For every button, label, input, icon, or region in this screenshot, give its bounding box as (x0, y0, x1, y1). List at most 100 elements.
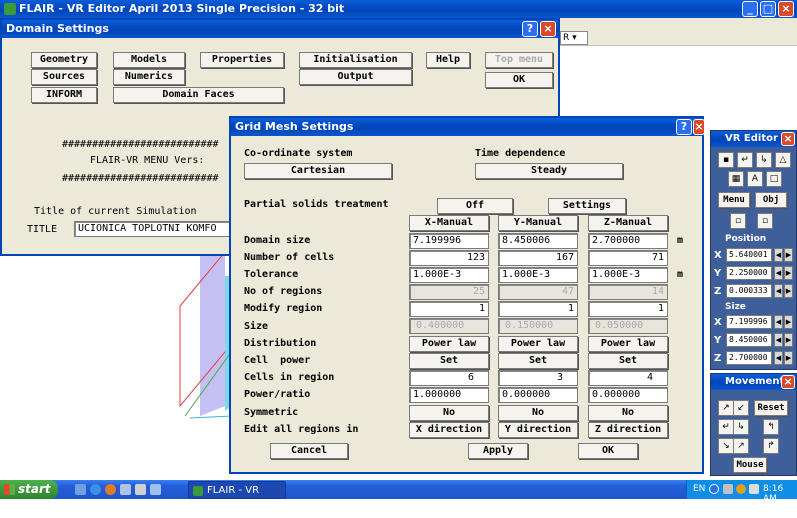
cells-in-region-y[interactable]: 3 (498, 370, 578, 386)
cancel-button[interactable]: Cancel (270, 443, 348, 459)
power-ratio-y[interactable]: 0.000000 (498, 387, 578, 403)
domain-size-y[interactable]: 8.450006 (498, 233, 578, 249)
geometry-button[interactable]: Geometry (31, 52, 97, 68)
main-close-button[interactable]: × (778, 1, 794, 17)
domain-size-z[interactable]: 2.700000 (588, 233, 668, 249)
position-x-left-icon[interactable]: ◀ (774, 248, 783, 262)
models-button[interactable]: Models (113, 52, 185, 68)
move-downleft-icon[interactable]: ↙ (733, 400, 749, 416)
apply-button[interactable]: Apply (468, 443, 528, 459)
quicklaunch-icon-1[interactable] (75, 484, 86, 495)
properties-button[interactable]: Properties (200, 52, 284, 68)
tray-security-icon[interactable] (736, 484, 746, 494)
z-manual-header[interactable]: Z-Manual (588, 215, 668, 231)
initialisation-button[interactable]: Initialisation (299, 52, 412, 68)
quicklaunch-ie-icon[interactable] (90, 484, 101, 495)
cell-power-x-button[interactable]: Set (409, 353, 489, 369)
tray-volume-icon[interactable] (749, 484, 759, 494)
title-field[interactable]: UCIONICA TOPLOTNI KOMFO (74, 221, 230, 237)
move-diag2-icon[interactable]: ↗ (733, 438, 749, 454)
grid-ok-button[interactable]: OK (578, 443, 638, 459)
cell-power-y-button[interactable]: Set (498, 353, 578, 369)
domain-settings-close-button[interactable]: × (540, 21, 556, 37)
position-z-right-icon[interactable]: ▶ (784, 284, 793, 298)
tolerance-y[interactable]: 1.000E-3 (498, 267, 578, 283)
domain-faces-button[interactable]: Domain Faces (113, 87, 284, 103)
size-x-field[interactable]: 7.199996 (726, 315, 772, 329)
position-y-field[interactable]: 2.250000 (726, 266, 772, 280)
partial-solids-button[interactable]: Off (437, 198, 513, 214)
position-y-left-icon[interactable]: ◀ (774, 266, 783, 280)
settings-button[interactable]: Settings (548, 198, 626, 214)
cells-in-region-z[interactable]: 4 (588, 370, 668, 386)
vr-tool-icon-1[interactable]: ▪ (718, 152, 734, 168)
vr-tool-square-icon[interactable]: □ (766, 171, 782, 187)
move-return2-icon[interactable]: ↳ (733, 419, 749, 435)
coordinate-system-button[interactable]: Cartesian (244, 163, 392, 179)
position-z-field[interactable]: 0.000333 (726, 284, 772, 298)
symmetric-x-button[interactable]: No (409, 405, 489, 421)
quicklaunch-icon-5[interactable] (135, 484, 146, 495)
size-y-field[interactable]: 8.450006 (726, 333, 772, 347)
vr-tool-a-icon[interactable]: A (747, 171, 763, 187)
vr-tool-grid-icon[interactable]: ▦ (728, 171, 744, 187)
distribution-x-button[interactable]: Power law (409, 336, 489, 352)
distribution-y-button[interactable]: Power law (498, 336, 578, 352)
quicklaunch-icon-6[interactable] (150, 484, 161, 495)
size-z-left-icon[interactable]: ◀ (774, 351, 783, 365)
vr-tool-icon-2[interactable]: ↵ (737, 152, 753, 168)
quicklaunch-firefox-icon[interactable] (105, 484, 116, 495)
grid-mesh-help-button[interactable]: ? (676, 119, 692, 135)
edit-x-direction-button[interactable]: X direction (409, 422, 489, 438)
vr-obj-button[interactable]: Obj (755, 192, 787, 208)
move-upleft-icon[interactable]: ↗ (718, 400, 734, 416)
domain-size-x[interactable]: 7.199996 (409, 233, 489, 249)
modify-region-x[interactable]: 1 (409, 301, 489, 317)
symmetric-y-button[interactable]: No (498, 405, 578, 421)
tolerance-x[interactable]: 1.000E-3 (409, 267, 489, 283)
position-y-right-icon[interactable]: ▶ (784, 266, 793, 280)
move-diag1-icon[interactable]: ↘ (718, 438, 734, 454)
y-manual-header[interactable]: Y-Manual (498, 215, 578, 231)
movement-close-button[interactable]: × (781, 375, 795, 389)
start-button[interactable]: start (0, 480, 58, 499)
cells-x[interactable]: 123 (409, 250, 489, 266)
mouse-button[interactable]: Mouse (733, 457, 767, 473)
x-manual-header[interactable]: X-Manual (409, 215, 489, 231)
numerics-button[interactable]: Numerics (113, 69, 185, 85)
time-dependence-button[interactable]: Steady (475, 163, 623, 179)
language-indicator[interactable]: EN (693, 484, 705, 494)
vr-menu-button[interactable]: Menu (718, 192, 750, 208)
modify-region-z[interactable]: 1 (588, 301, 668, 317)
tray-network-icon[interactable] (723, 484, 733, 494)
vr-tool-icon-5[interactable]: ▫ (757, 213, 773, 229)
position-x-right-icon[interactable]: ▶ (784, 248, 793, 262)
power-ratio-z[interactable]: 0.000000 (588, 387, 668, 403)
size-z-right-icon[interactable]: ▶ (784, 351, 793, 365)
size-x-left-icon[interactable]: ◀ (774, 315, 783, 329)
move-return-icon[interactable]: ↵ (718, 419, 734, 435)
main-minimize-button[interactable]: _ (742, 1, 758, 17)
distribution-z-button[interactable]: Power law (588, 336, 668, 352)
output-button[interactable]: Output (299, 69, 412, 85)
tray-help-icon[interactable] (709, 484, 719, 494)
position-z-left-icon[interactable]: ◀ (774, 284, 783, 298)
vr-tool-triangle-icon[interactable]: △ (775, 152, 791, 168)
sources-button[interactable]: Sources (31, 69, 97, 85)
modify-region-y[interactable]: 1 (498, 301, 578, 317)
cells-y[interactable]: 167 (498, 250, 578, 266)
vr-tool-icon-4[interactable]: ▫ (730, 213, 746, 229)
size-x-right-icon[interactable]: ▶ (784, 315, 793, 329)
top-menu-button[interactable]: Top menu (485, 52, 553, 68)
reset-button[interactable]: Reset (754, 400, 788, 416)
taskbar-flair-item[interactable]: FLAIR - VR Editor Apr... (188, 481, 286, 514)
quicklaunch-icon-4[interactable] (120, 484, 131, 495)
cell-power-z-button[interactable]: Set (588, 353, 668, 369)
vr-tool-icon-3[interactable]: ↳ (756, 152, 772, 168)
size-y-left-icon[interactable]: ◀ (774, 333, 783, 347)
vr-editor-close-button[interactable]: × (781, 132, 795, 146)
inform-button[interactable]: INFORM (31, 87, 97, 103)
size-y-right-icon[interactable]: ▶ (784, 333, 793, 347)
tolerance-z[interactable]: 1.000E-3 (588, 267, 668, 283)
cells-in-region-x[interactable]: 6 (409, 370, 489, 386)
